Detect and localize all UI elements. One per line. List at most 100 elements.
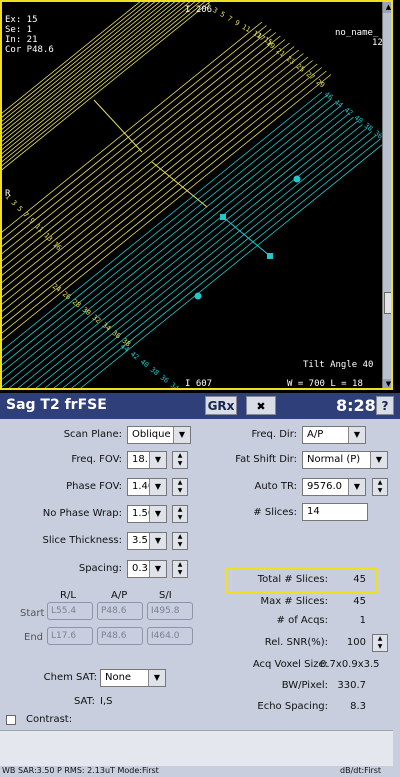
slice-thickness-stepper[interactable]: ▲ ▼ xyxy=(172,532,188,550)
scan-parameter-panel: Scan Plane: Oblique ▼ Freq. FOV: 18.0 ▼ ▲… xyxy=(0,419,400,777)
resize-handle[interactable] xyxy=(220,214,226,220)
top-image-label: I 206 xyxy=(185,5,213,15)
phase-fov-label: Phase FOV: xyxy=(66,481,122,492)
start-rl-field[interactable]: L55.4 xyxy=(47,602,93,620)
voxel-size-value: 0.7x0.9x3.5 xyxy=(320,659,380,670)
max-slices-label: Max # Slices: xyxy=(260,596,328,607)
rel-snr-label: Rel. SNR(%): xyxy=(264,637,328,648)
fat-shift-select[interactable]: Normal (P) ▼ xyxy=(302,451,388,469)
scroll-up-icon[interactable]: ▲ xyxy=(383,2,391,13)
overlay-line-cor: Cor P48.6 xyxy=(5,45,54,55)
no-phase-wrap-label: No Phase Wrap: xyxy=(42,508,122,519)
end-label: End xyxy=(24,632,44,643)
contrast-checkbox[interactable] xyxy=(6,715,16,725)
scan-plane-select[interactable]: Oblique ▼ xyxy=(127,426,191,444)
rel-snr-stepper[interactable]: ▲ ▼ xyxy=(372,634,388,652)
chevron-down-icon: ▼ xyxy=(173,427,190,443)
phase-fov-select[interactable]: 1.40 ▼ xyxy=(127,478,167,496)
no-phase-wrap-stepper[interactable]: ▲ ▼ xyxy=(172,505,188,523)
left-orientation-marker: R xyxy=(5,189,11,199)
bottom-image-label: I 607 xyxy=(185,379,213,389)
si-header: S/I xyxy=(159,590,172,601)
freq-dir-select[interactable]: A/P ▼ xyxy=(302,426,366,444)
grx-button[interactable]: GRx xyxy=(205,396,237,415)
yellow-slice-line-a xyxy=(2,2,146,118)
sat-label: SAT: xyxy=(74,696,95,707)
chem-sat-select[interactable]: None ▼ xyxy=(100,669,166,687)
dbdt-status: dB/dt:First xyxy=(340,766,382,775)
chevron-down-icon: ▼ xyxy=(149,479,166,495)
cyan-slice-line xyxy=(17,116,354,388)
yellow-slice-line-b xyxy=(2,70,327,334)
bw-pixel-label: BW/Pixel: xyxy=(281,680,328,691)
start-si-field[interactable]: I495.8 xyxy=(147,602,193,620)
cyan-slice-line xyxy=(80,142,386,388)
cyan-slice-numbers-bottom: 44 42 40 38 36 34 32 xyxy=(119,342,190,390)
chevron-down-icon: ▼ xyxy=(348,427,365,443)
viewer-scrollbar[interactable]: ▲ ▼ xyxy=(382,2,391,388)
cyan-cross-line xyxy=(222,216,271,257)
voxel-size-label: Acq Voxel Size: xyxy=(252,659,328,670)
chevron-down-icon: ▼ xyxy=(149,452,166,468)
start-label: Start xyxy=(20,608,45,619)
end-rl-field[interactable]: L17.6 xyxy=(47,627,93,645)
total-slices-label: Total # Slices: xyxy=(257,574,328,585)
cyan-slice-line xyxy=(2,109,345,388)
panel-footer xyxy=(0,730,393,767)
cyan-slice-line xyxy=(8,113,350,388)
num-slices-input[interactable]: 14 xyxy=(302,503,368,521)
image-viewer[interactable]: 1 3 5 7 9 11 13 15 17 19 21 23 25 27 29 1 … xyxy=(0,0,393,390)
total-slices-value: 45 xyxy=(353,574,366,585)
auto-tr-select[interactable]: 9576.0 ▼ xyxy=(302,478,366,496)
slice-thickness-label: Slice Thickness: xyxy=(42,535,122,546)
freq-fov-dropdown[interactable]: ▼ xyxy=(148,451,167,469)
yellow-cross-line xyxy=(151,161,208,208)
end-si-field[interactable]: I464.0 xyxy=(147,627,193,645)
cyan-slice-line xyxy=(71,138,381,388)
resize-handle[interactable] xyxy=(267,253,273,259)
contrast-label: Contrast: xyxy=(26,714,73,725)
chevron-down-icon: ▼ xyxy=(149,533,166,549)
num-slices-label: # Slices: xyxy=(253,507,297,518)
help-button[interactable]: ? xyxy=(376,396,394,415)
phase-fov-stepper[interactable]: ▲ ▼ xyxy=(172,478,188,496)
tilt-angle: Tilt Angle 40 xyxy=(303,360,374,370)
protocol-title: Sag T2 frFSE xyxy=(6,397,107,413)
start-ap-field[interactable]: P48.6 xyxy=(97,602,143,620)
freq-dir-label: Freq. Dir: xyxy=(251,429,297,440)
freq-fov-stepper[interactable]: ▲ ▼ xyxy=(172,451,188,469)
rotate-handle[interactable] xyxy=(293,175,301,183)
spacing-select[interactable]: 0.3 ▼ xyxy=(127,560,167,578)
yellow-slice-line-a xyxy=(2,2,206,167)
right-strip xyxy=(393,0,400,390)
overlay-line-se: Se: 1 xyxy=(5,25,33,35)
chevron-down-icon: ▼ xyxy=(149,506,166,522)
echo-spacing-value: 8.3 xyxy=(350,701,366,712)
auto-tr-stepper[interactable]: ▲ ▼ xyxy=(372,478,388,496)
rotate-handle[interactable] xyxy=(194,292,202,300)
cyan-slice-line xyxy=(44,127,368,388)
sat-value: I,S xyxy=(100,696,113,707)
scroll-down-icon[interactable]: ▼ xyxy=(383,379,391,388)
close-icon: ✖ xyxy=(256,400,266,413)
num-acqs-label: # of Acqs: xyxy=(276,615,328,626)
slice-thickness-select[interactable]: 3.5 ▼ xyxy=(127,532,167,550)
chem-sat-label: Chem SAT: xyxy=(43,672,97,683)
slice-graphic[interactable]: 1 3 5 7 9 11 13 1517 19 21 23 25 27 291 … xyxy=(2,2,393,390)
spacing-stepper[interactable]: ▲ ▼ xyxy=(172,560,188,578)
fat-shift-label: Fat Shift Dir: xyxy=(235,454,297,465)
freq-fov-label: Freq. FOV: xyxy=(71,454,122,465)
cyan-slice-line xyxy=(53,131,372,388)
yellow-slice-line-b xyxy=(2,25,267,240)
rel-snr-value: 100 xyxy=(346,637,366,648)
echo-spacing-label: Echo Spacing: xyxy=(257,701,328,712)
scroll-thumb[interactable] xyxy=(384,292,391,314)
yellow-cross-line xyxy=(93,99,143,153)
end-ap-field[interactable]: P48.6 xyxy=(97,627,143,645)
graphic-close-button[interactable]: ✖ xyxy=(246,396,276,415)
cyan-slice-line xyxy=(26,120,359,388)
no-phase-wrap-select[interactable]: 1.50 ▼ xyxy=(127,505,167,523)
spacing-label: Spacing: xyxy=(78,563,122,574)
chevron-down-icon: ▼ xyxy=(348,479,365,495)
rl-header: R/L xyxy=(60,590,76,601)
